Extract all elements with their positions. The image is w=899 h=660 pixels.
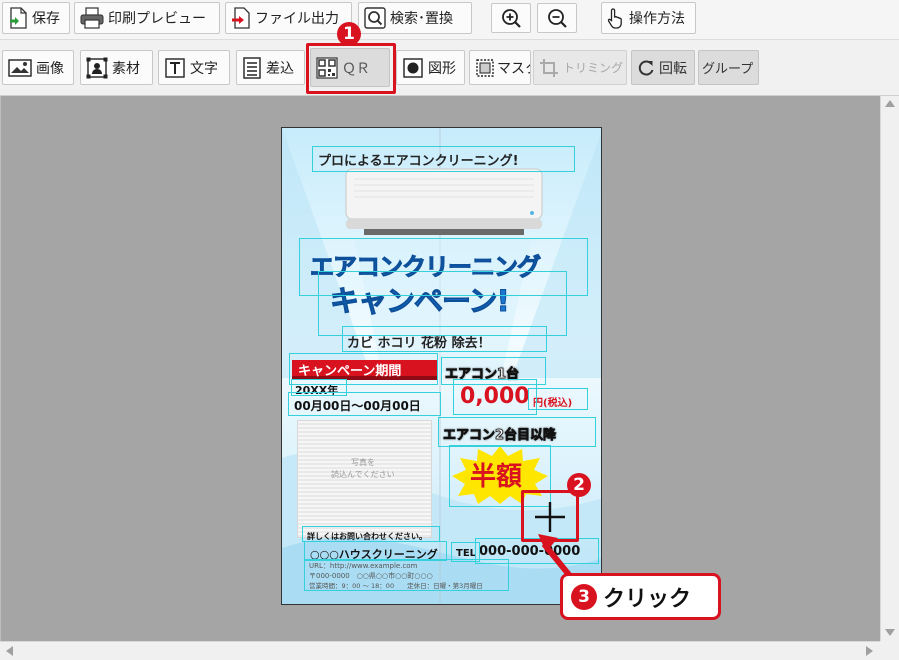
crop-icon: [539, 58, 559, 78]
material-tool-button[interactable]: 素材: [80, 50, 153, 85]
rotate-tool-label: 回転: [659, 60, 687, 77]
step-1-number: 1: [343, 24, 355, 44]
photo-placeholder-line1: 写真を: [351, 458, 375, 467]
campaign-period-label: キャンペーン期間: [298, 364, 402, 379]
qr-button-highlight: [306, 43, 396, 94]
text-tool-button[interactable]: 文字: [158, 50, 230, 85]
step-2-number: 2: [573, 475, 585, 495]
tel-label[interactable]: TEL: [456, 548, 476, 559]
scrollbar-corner: [880, 641, 899, 660]
hand-pointer-icon: [607, 7, 625, 29]
file-export-icon: [231, 7, 251, 29]
image-tool-label: 画像: [36, 60, 64, 77]
trimming-tool-button[interactable]: トリミング: [533, 50, 627, 85]
trimming-tool-label: トリミング: [563, 61, 624, 75]
contact-heading[interactable]: 詳しくはお問い合わせください。: [307, 531, 427, 542]
zoom-in-button[interactable]: [491, 3, 531, 33]
printer-icon: [80, 7, 104, 29]
flyer-title-line1[interactable]: エアコンクリーニング: [310, 247, 542, 282]
flyer-headline[interactable]: プロによるエアコンクリーニング!: [318, 150, 519, 169]
save-button[interactable]: 保存: [2, 2, 70, 34]
zoom-in-icon: [500, 7, 522, 29]
shape-tool-label: 図形: [428, 60, 456, 77]
contact-url[interactable]: URL：http://www.example.com: [309, 561, 417, 571]
half-price-text: 半額: [470, 462, 523, 492]
contact-hours[interactable]: 営業時間：9：00 ～ 18：00 定休日：日曜・第3月曜日: [309, 580, 483, 590]
zoom-out-button[interactable]: [537, 3, 577, 33]
mask-icon: [475, 58, 495, 78]
text-icon: [164, 57, 186, 79]
photo-placeholder-line2: 読込んでください: [331, 470, 395, 479]
group-tool-label: グループ: [702, 62, 754, 77]
text-tool-label: 文字: [190, 60, 218, 77]
how-to-label: 操作方法: [629, 11, 685, 27]
search-replace-icon: [364, 7, 386, 29]
photo-placeholder[interactable]: 写真を 読込んでください: [297, 420, 432, 538]
search-replace-button[interactable]: 検索･置換: [358, 2, 472, 34]
mask-tool-button[interactable]: マスク: [469, 50, 531, 85]
app-window: 保存 印刷プレビュー ファイル出力 検索･置換 操作方法 画像 素材 文字 差込…: [0, 0, 899, 660]
price-unit[interactable]: 円(税込): [533, 394, 572, 409]
rotate-icon: [637, 59, 655, 77]
search-replace-label: 検索･置換: [390, 11, 453, 27]
click-callout-box: 3 クリック: [560, 573, 721, 620]
flyer-subtitle[interactable]: カビ ホコリ 花粉 除去！: [347, 332, 491, 351]
step-3-badge: 3: [571, 583, 597, 610]
main-toolbar: 保存 印刷プレビュー ファイル出力 検索･置換 操作方法: [0, 0, 899, 40]
price-label-one-unit[interactable]: エアコン1台: [445, 363, 520, 383]
price-label-second-unit[interactable]: エアコン2台目以降: [443, 424, 557, 444]
rotate-tool-button[interactable]: 回転: [631, 50, 695, 85]
campaign-year[interactable]: 20XX年: [295, 382, 338, 398]
scroll-right-arrow-icon[interactable]: [866, 646, 873, 656]
file-output-label: ファイル出力: [255, 11, 339, 27]
scroll-left-arrow-icon[interactable]: [6, 646, 13, 656]
step-3-number: 3: [578, 586, 590, 607]
scroll-up-arrow-icon[interactable]: [885, 100, 895, 107]
scroll-down-arrow-icon[interactable]: [885, 629, 895, 636]
material-tool-label: 素材: [112, 60, 140, 77]
zoom-out-icon: [546, 7, 568, 29]
merge-list-icon: [242, 56, 262, 79]
group-tool-button[interactable]: グループ: [698, 50, 759, 85]
shape-icon: [402, 57, 424, 79]
image-icon: [8, 58, 32, 78]
tools-toolbar: 画像 素材 文字 差込 ＱＲ 図形 マス トリミング 回転 グループ: [0, 40, 899, 96]
campaign-period-badge[interactable]: キャンペーン期間: [292, 360, 437, 380]
material-icon: [86, 57, 108, 79]
print-preview-label: 印刷プレビュー: [108, 11, 206, 27]
print-preview-button[interactable]: 印刷プレビュー: [74, 2, 220, 34]
campaign-dates[interactable]: 00月00日～00月00日: [294, 397, 421, 414]
click-label: クリック: [603, 586, 692, 612]
company-name[interactable]: ○○○ハウスクリーニング: [310, 546, 438, 562]
merge-tool-label: 差込: [266, 60, 294, 77]
merge-tool-button[interactable]: 差込: [236, 50, 305, 85]
vertical-scrollbar[interactable]: [880, 96, 899, 641]
save-label: 保存: [32, 11, 60, 27]
save-icon: [8, 7, 28, 29]
horizontal-scrollbar[interactable]: [0, 641, 880, 660]
step-2-badge: 2: [567, 473, 591, 497]
how-to-button[interactable]: 操作方法: [601, 2, 696, 34]
click-callout-arrow: [536, 528, 576, 578]
mask-tool-label: マスク: [497, 60, 530, 77]
price-value[interactable]: 0,000: [460, 384, 530, 409]
flyer-title-line2[interactable]: キャンペーン!: [330, 278, 511, 320]
image-tool-button[interactable]: 画像: [2, 50, 74, 85]
file-output-button[interactable]: ファイル出力: [225, 2, 352, 34]
shape-tool-button[interactable]: 図形: [396, 50, 465, 85]
step-1-badge: 1: [337, 22, 361, 46]
